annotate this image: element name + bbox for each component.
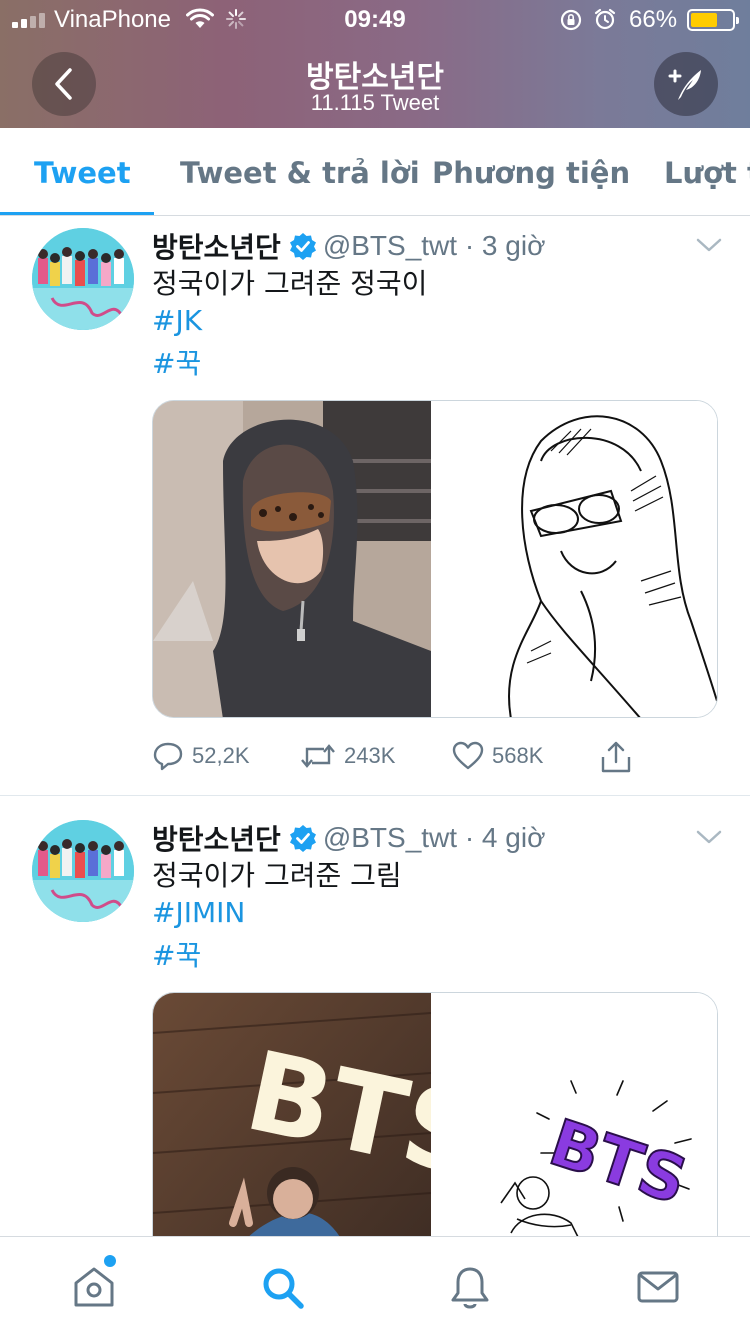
tab-media[interactable]: Phương tiện — [432, 156, 630, 190]
battery-percent: 66% — [629, 6, 678, 33]
author-name[interactable]: 방탄소년단 — [152, 818, 281, 858]
profile-tabs: Tweet Tweet & trả lời Phương tiện Lượt t — [0, 128, 750, 216]
hashtag-link[interactable]: #꾹 — [152, 934, 201, 974]
tweet-count: 11.115 Tweet — [310, 90, 440, 115]
profile-header: VinaPhone 09:49 66% 방탄소년단 11.115 Tweet — [0, 0, 750, 128]
search-icon[interactable] — [260, 1265, 306, 1311]
tab-tweet-and-replies[interactable]: Tweet & trả lời — [180, 156, 420, 190]
tab-likes[interactable]: Lượt t — [664, 156, 750, 190]
tweet-actions: 52,2K 243K 568K — [152, 740, 652, 780]
tweet-media — [152, 400, 718, 718]
chevron-down-icon[interactable] — [694, 236, 724, 256]
retweet-icon — [301, 744, 335, 768]
tweet-author-line: 방탄소년단 @BTS_twt · 4 giờ — [152, 818, 545, 858]
hashtag-link[interactable]: #꾹 — [152, 342, 201, 382]
rotation-lock-icon — [560, 9, 582, 31]
share-button[interactable] — [600, 740, 640, 774]
hashtag-link[interactable]: #JK — [152, 304, 202, 337]
tweet-text: 정국이가 그려준 그림 — [152, 859, 402, 892]
reply-icon — [153, 742, 183, 771]
tweet-author-line: 방탄소년단 @BTS_twt · 3 giờ — [152, 226, 545, 266]
tweet-text: 정국이가 그려준 정국이 — [152, 267, 428, 300]
tweet-divider — [0, 795, 750, 796]
handle-and-time: @BTS_twt · 4 giờ — [322, 822, 546, 853]
reply-count: 52,2K — [192, 743, 250, 768]
compose-tweet-button[interactable] — [654, 52, 718, 116]
author-name[interactable]: 방탄소년단 — [152, 226, 281, 266]
reply-button[interactable]: 52,2K — [152, 740, 250, 772]
tab-tweet[interactable]: Tweet — [34, 156, 131, 190]
tweet-sketch-image[interactable] — [441, 401, 717, 717]
avatar[interactable] — [32, 820, 134, 922]
messages-icon[interactable] — [636, 1265, 680, 1309]
heart-icon — [452, 741, 484, 770]
battery-icon — [687, 9, 739, 31]
tweet-card[interactable]: 방탄소년단 @BTS_twt · 4 giờ 정국이가 그려준 그림 #JIMI… — [0, 808, 750, 1310]
verified-badge-icon — [289, 825, 316, 852]
compose-tweet-icon — [668, 69, 701, 100]
status-bar: VinaPhone 09:49 66% — [0, 0, 750, 40]
home-notification-badge — [104, 1255, 116, 1267]
share-icon — [601, 741, 631, 773]
retweet-button[interactable]: 243K — [300, 740, 395, 772]
avatar[interactable] — [32, 228, 134, 330]
home-icon[interactable] — [72, 1265, 116, 1309]
handle-and-time: @BTS_twt · 3 giờ — [322, 230, 546, 261]
chevron-down-icon[interactable] — [694, 828, 724, 848]
tweet-card[interactable]: 방탄소년단 @BTS_twt · 3 giờ 정국이가 그려준 정국이 #JK … — [0, 216, 750, 796]
retweet-count: 243K — [344, 743, 396, 768]
verified-badge-icon — [289, 233, 316, 260]
bottom-tab-bar — [0, 1236, 750, 1334]
like-button[interactable]: 568K — [452, 740, 543, 772]
tweet-photo[interactable] — [153, 401, 431, 717]
like-count: 568K — [492, 743, 544, 768]
hashtag-link[interactable]: #JIMIN — [152, 896, 245, 929]
notifications-icon[interactable] — [448, 1265, 492, 1311]
alarm-icon — [594, 8, 616, 30]
